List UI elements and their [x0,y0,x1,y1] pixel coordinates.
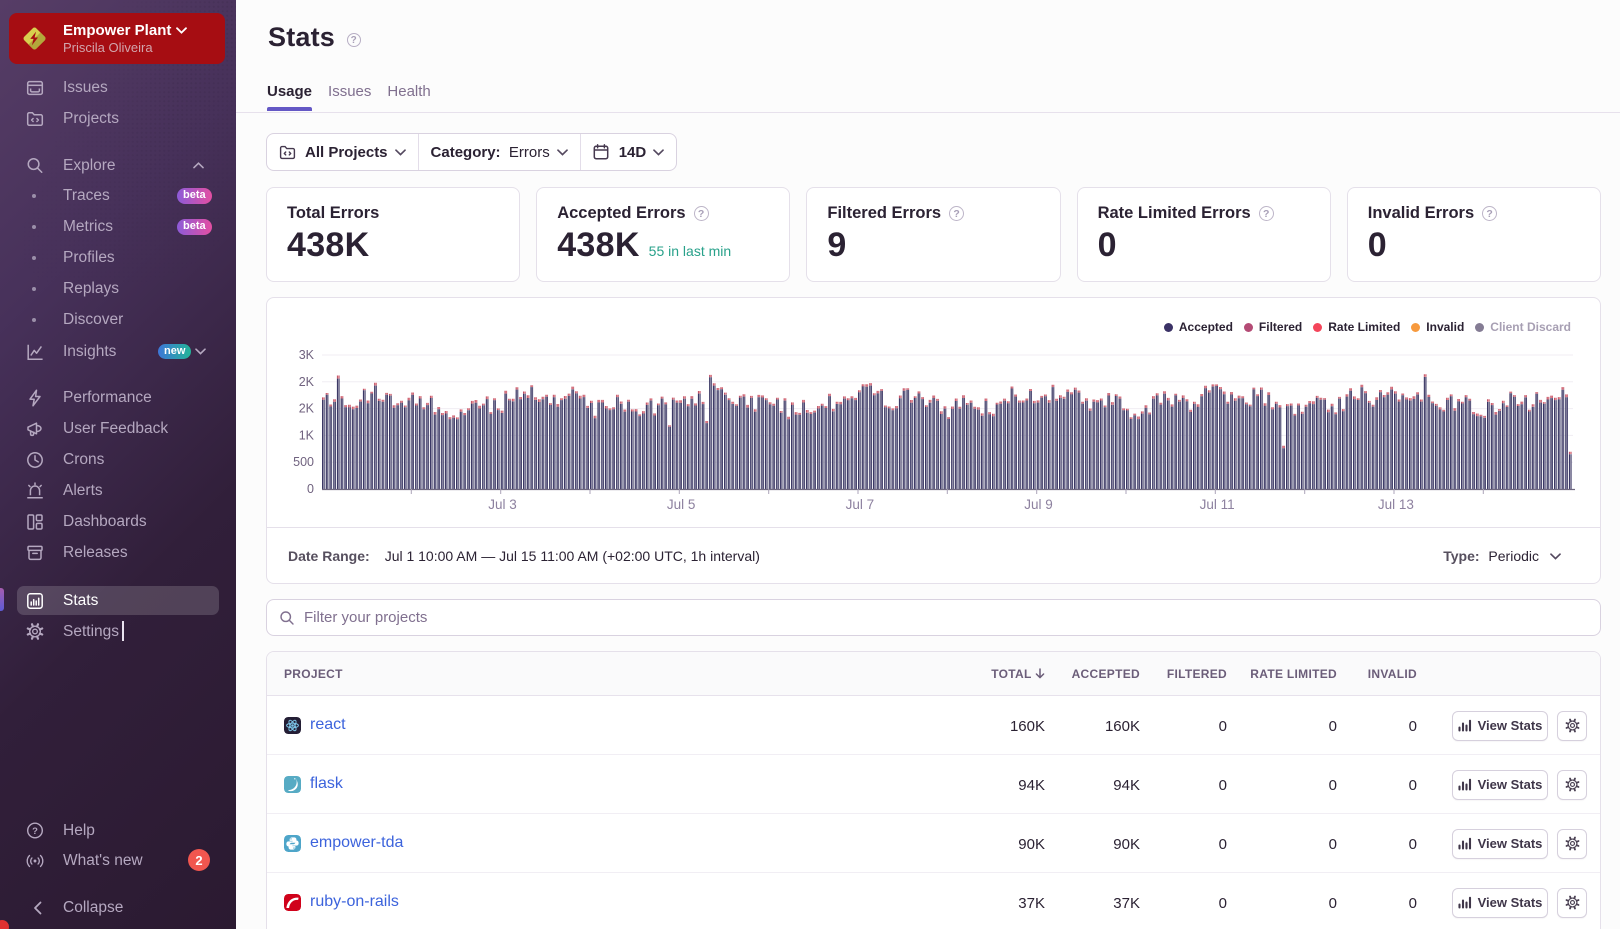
svg-text:3K: 3K [299,348,315,362]
svg-text:Jul 5: Jul 5 [667,497,696,512]
svg-text:1K: 1K [299,428,315,442]
svg-text:Jul 13: Jul 13 [1378,497,1414,512]
svg-text:0: 0 [307,482,314,496]
svg-text:?: ? [32,826,38,837]
svg-text:500: 500 [293,455,314,469]
svg-text:2K: 2K [299,402,315,416]
svg-text:Jul 11: Jul 11 [1200,497,1235,512]
svg-text:Jul 7: Jul 7 [846,497,875,512]
svg-text:Jul 3: Jul 3 [488,497,517,512]
svg-text:Jul 9: Jul 9 [1024,497,1053,512]
svg-text:2K: 2K [299,375,315,389]
